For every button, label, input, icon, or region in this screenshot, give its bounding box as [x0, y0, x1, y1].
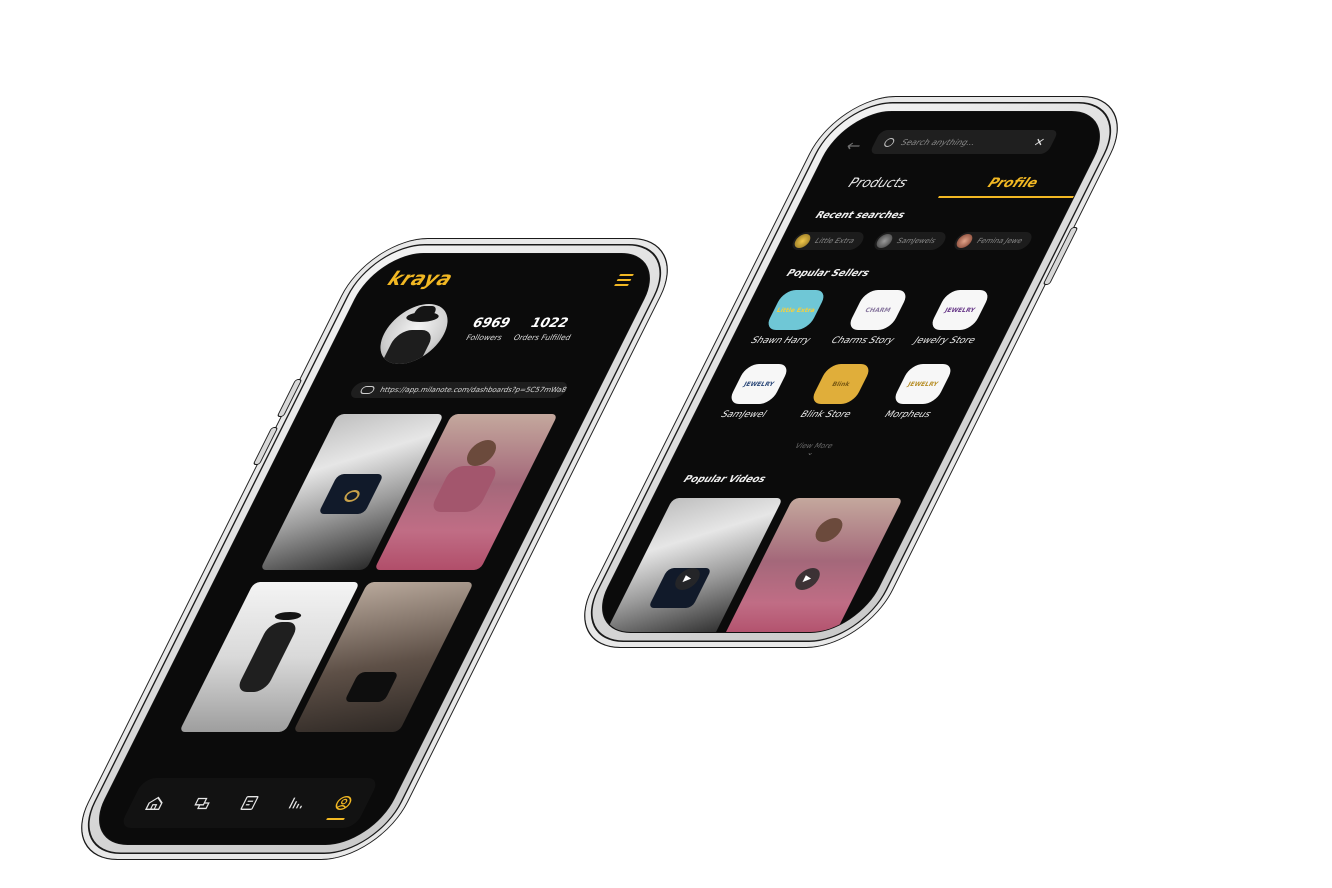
back-arrow-icon[interactable]: ←	[843, 136, 866, 155]
seller-name: Blink Store	[798, 410, 853, 420]
search-icon	[882, 137, 897, 147]
seller-name: Shawn Harry	[749, 336, 812, 346]
avatar	[874, 234, 895, 248]
close-icon[interactable]: ✕	[1032, 136, 1048, 149]
recent-searches-title: Recent searches	[813, 210, 907, 221]
play-icon[interactable]: ▶	[791, 568, 824, 590]
seller-logo: CHARM	[846, 290, 910, 330]
orders-icon[interactable]	[233, 792, 266, 814]
search-screen: ← ✕ Products Profile Recent searches Lit…	[584, 111, 1118, 633]
left-phone: kraya 6969 Followers 1022 Orders Fulfill…	[59, 238, 690, 860]
seller-name: Charms Story	[829, 336, 896, 346]
seller-card[interactable]: JEWELRY SamJewel	[706, 364, 804, 420]
bottom-nav	[119, 778, 380, 828]
recent-search-label: Little Extra	[813, 237, 856, 245]
avatar	[792, 234, 813, 248]
seller-logo: JEWELRY	[727, 364, 791, 404]
menu-icon[interactable]	[613, 274, 634, 289]
recent-search-chip[interactable]: SamJewels	[871, 232, 949, 250]
recent-search-label: SamJewels	[895, 237, 938, 245]
seller-card[interactable]: Blink Blink Store	[788, 364, 886, 420]
tab-bar: Products Profile	[803, 170, 1087, 198]
seller-logo: Blink	[809, 364, 873, 404]
tab-products[interactable]: Products	[803, 170, 952, 198]
right-phone: ← ✕ Products Profile Recent searches Lit…	[562, 96, 1140, 648]
home-icon[interactable]	[139, 792, 172, 814]
followers-label: Followers	[464, 333, 505, 342]
profile-screen: kraya 6969 Followers 1022 Orders Fulfill…	[81, 253, 668, 845]
orders-stat: 1022 Orders Fulfilled	[508, 316, 585, 342]
seller-logo: Little Extra	[764, 290, 828, 330]
recent-search-chip[interactable]: Little Extra	[789, 232, 868, 250]
recent-search-chip[interactable]: Femina Jewe	[951, 232, 1036, 250]
orders-count: 1022	[527, 316, 572, 331]
seller-name: Jewelry Store	[912, 336, 977, 346]
orders-label: Orders Fulfilled	[511, 333, 573, 342]
view-more-link[interactable]: View More ⌄	[674, 442, 951, 457]
search-input[interactable]	[897, 136, 1027, 148]
seller-logo: JEWELRY	[928, 290, 992, 330]
seller-card[interactable]: Little Extra Shawn Harry	[743, 290, 841, 346]
seller-name: SamJewel	[719, 410, 768, 420]
seller-card[interactable]: CHARM Charms Story	[825, 290, 923, 346]
profile-icon[interactable]	[327, 792, 360, 814]
popular-sellers-title: Popular Sellers	[784, 268, 872, 279]
tab-profile[interactable]: Profile	[938, 170, 1087, 198]
seller-name: Morpheus	[882, 410, 933, 420]
avatar	[954, 234, 975, 248]
seller-card[interactable]: JEWELRY Morpheus	[870, 364, 968, 420]
profile-link-text: https://app.milanote.com/dashboards?p=5C…	[378, 386, 568, 394]
seller-logo: JEWELRY	[891, 364, 955, 404]
recent-search-label: Femina Jewe	[975, 237, 1024, 245]
popular-videos-title: Popular Videos	[681, 474, 768, 485]
link-icon	[359, 386, 377, 394]
profile-link[interactable]: https://app.milanote.com/dashboards?p=5C…	[348, 382, 570, 398]
profile-avatar	[369, 304, 459, 364]
exchange-icon[interactable]	[186, 792, 219, 814]
search-bar[interactable]: ✕	[869, 130, 1059, 154]
seller-card[interactable]: JEWELRY Jewelry Store	[907, 290, 1005, 346]
analytics-icon[interactable]	[280, 792, 313, 814]
brand-logo: kraya	[384, 268, 457, 290]
chevron-down-icon: ⌄	[805, 448, 817, 457]
